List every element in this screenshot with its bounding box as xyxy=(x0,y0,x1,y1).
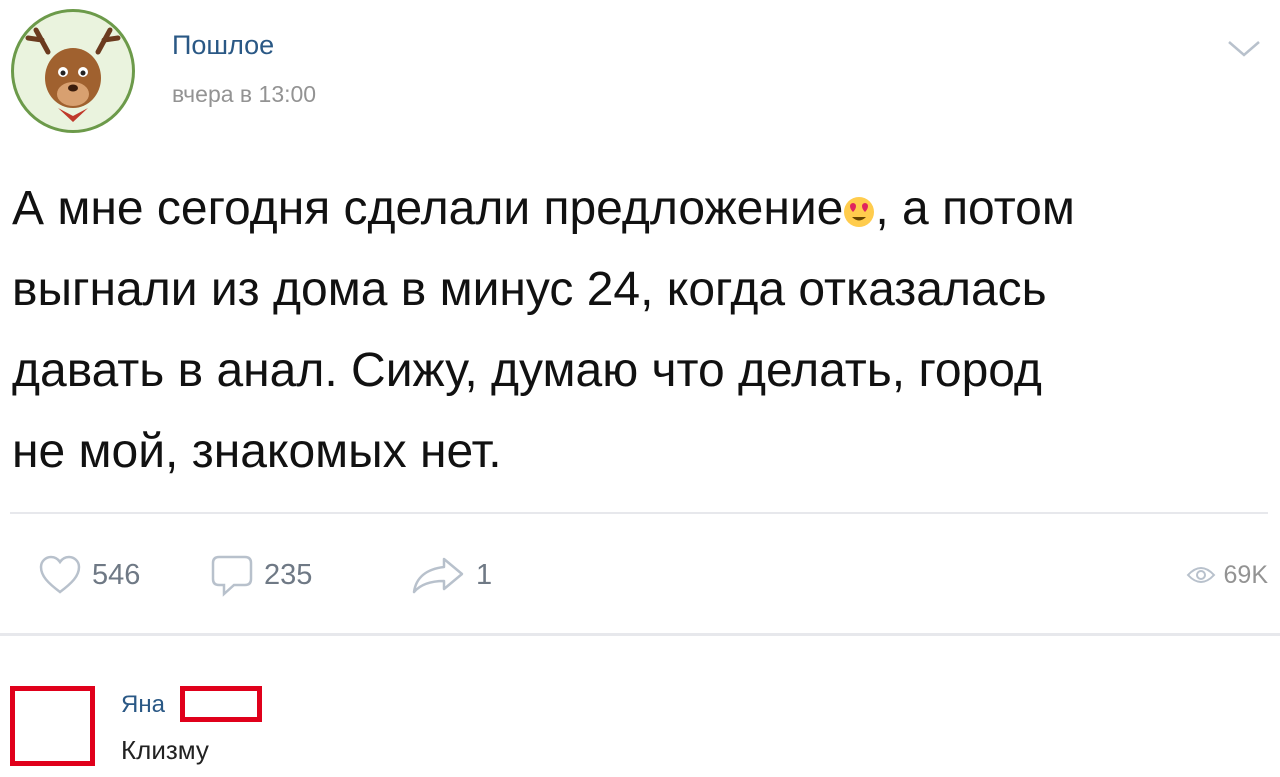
post-text-line-4: не мой, знакомых нет. xyxy=(12,425,502,478)
share-button[interactable]: 1 xyxy=(410,545,492,605)
post-text-line-1: А мне сегодня сделали предложение, а пот… xyxy=(12,182,1075,235)
comment-button[interactable]: 235 xyxy=(210,545,312,605)
like-button[interactable]: 546 xyxy=(38,545,140,605)
share-icon xyxy=(412,557,464,594)
comment-avatar-redacted[interactable] xyxy=(10,686,95,766)
post-text-line-3: давать в анал. Сижу, думаю что делать, г… xyxy=(12,344,1042,397)
comment-icon xyxy=(211,555,253,597)
community-avatar[interactable] xyxy=(11,9,135,133)
post-text: А мне сегодня сделали предложение, а пот… xyxy=(12,168,1272,492)
like-count: 546 xyxy=(92,558,141,591)
comment-text: Клизму xyxy=(121,735,209,765)
comment-author[interactable]: Яна xyxy=(121,691,165,719)
post-time[interactable]: вчера в 13:00 xyxy=(172,81,316,108)
heart-eyes-emoji-icon xyxy=(844,197,875,227)
comments-divider xyxy=(0,633,1280,636)
eye-icon xyxy=(1186,567,1215,583)
chevron-down-icon[interactable] xyxy=(1226,38,1262,60)
share-count: 1 xyxy=(476,558,493,591)
post-text-line-2: выгнали из дома в минус 24, когда отказа… xyxy=(12,263,1047,316)
post-divider xyxy=(10,512,1268,514)
views-counter: 69K xyxy=(1186,545,1268,605)
comment-count: 235 xyxy=(264,558,313,591)
deer-mascot-icon xyxy=(25,27,121,122)
redaction-box xyxy=(180,686,262,722)
post-actions-bar: 546 235 1 69K xyxy=(0,545,1280,605)
post-author[interactable]: Пошлое xyxy=(172,30,274,61)
heart-icon xyxy=(39,555,81,594)
views-count: 69K xyxy=(1223,560,1268,589)
